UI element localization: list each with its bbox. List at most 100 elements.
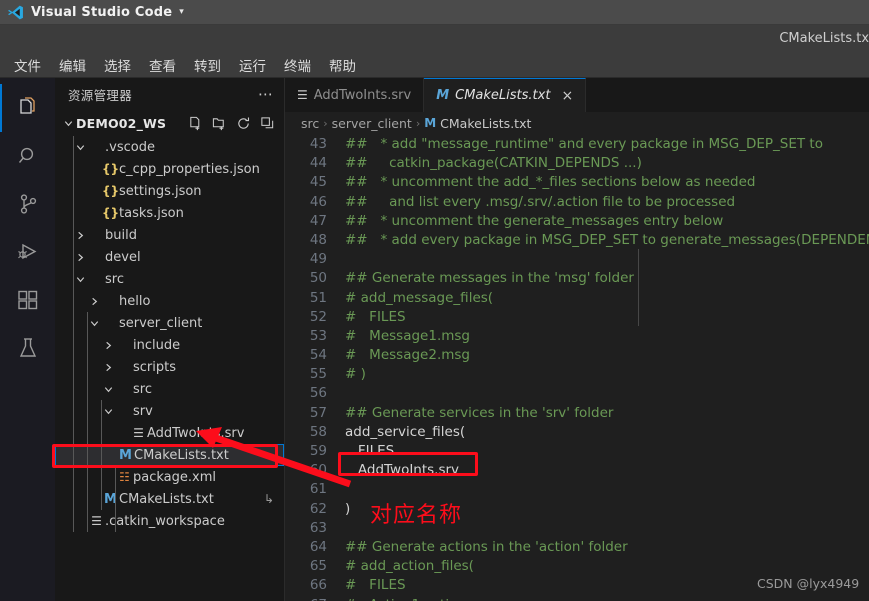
tree-item-include[interactable]: include [55,334,284,356]
breadcrumb-segment[interactable]: server_client [332,116,412,131]
activitybar-item-source-control[interactable] [0,180,55,228]
code-line-57[interactable]: 57 ## Generate services in the 'srv' fold… [285,403,869,422]
menu-item-0[interactable]: 文件 [6,53,49,77]
menu-item-7[interactable]: 帮助 [321,53,364,77]
menu-item-1[interactable]: 编辑 [51,53,94,77]
breadcrumb-separator: › [415,116,421,130]
code-line-59[interactable]: 59 FILES [285,441,869,460]
tree-item-build[interactable]: build [55,224,284,246]
tree-item-.catkin_workspace[interactable]: ☰ .catkin_workspace [55,510,284,532]
code-line-49[interactable]: 49 [285,250,869,269]
tree-item-package.xml[interactable]: ☷ package.xml [55,466,284,488]
tree-item-hello[interactable]: hello [55,290,284,312]
watermark: CSDN @lyx4949 [757,576,860,591]
line-number: 63 [309,519,327,536]
tree-item-server_client[interactable]: server_client [55,312,284,334]
tree-item-src[interactable]: src [55,378,284,400]
menu-item-3[interactable]: 查看 [141,53,184,77]
code-line-67[interactable]: 67# Action1.action [285,595,869,601]
tree-item-c_cpp_properties.json[interactable]: {} c_cpp_properties.json [55,158,284,180]
breadcrumb-segment[interactable]: CMakeLists.txt [440,116,531,131]
tree-item-tasks.json[interactable]: {} tasks.json [55,202,284,224]
code-line-60[interactable]: 60 AddTwoInts.srv [285,461,869,480]
tree-item-CMakeLists.txt[interactable]: M CMakeLists.txt ↳ [55,488,284,510]
code-line-47[interactable]: 47 ## * uncomment the generate_messages e… [285,211,869,230]
line-number: 49 [309,251,327,268]
chevron-right-icon [101,362,116,373]
line-number: 43 [309,136,327,153]
code-line-53[interactable]: 53 # Message1.msg [285,326,869,345]
tab-label: AddTwoInts.srv [313,87,412,103]
code-text: ## * uncomment the add_*_files sections … [345,174,756,191]
menu-item-2[interactable]: 选择 [96,53,139,77]
line-number: 55 [309,366,327,383]
new-file-icon[interactable] [188,116,203,131]
code-text: ## and list every .msg/.srv/.action file… [345,193,736,210]
activitybar-item-testing[interactable] [0,324,55,372]
code-line-52[interactable]: 52 # FILES [285,307,869,326]
editor-tab-CMakeLists.txt[interactable]: M CMakeLists.txt × [424,78,587,113]
json-braces-icon: {} [101,184,120,198]
line-number: 46 [309,193,327,210]
code-line-61[interactable]: 61 [285,480,869,499]
tree-item-.vscode[interactable]: .vscode [55,136,284,158]
line-number: 67 [285,597,329,601]
tree-item-AddTwoInts.srv[interactable]: ☰ AddTwoInts.srv [55,422,284,444]
activitybar-item-extensions[interactable] [0,276,55,324]
code-line-54[interactable]: 54 # Message2.msg [285,345,869,364]
code-line-48[interactable]: 48 ## * add every package in MSG_DEP_SET … [285,230,869,249]
line-number: 51 [309,289,327,306]
activitybar-item-run-and-debug[interactable] [0,228,55,276]
tree-item-srv[interactable]: srv [55,400,284,422]
tree-item-label: include [133,337,181,353]
tree-item-src[interactable]: src [55,268,284,290]
code-line-62[interactable]: 62) [285,499,869,518]
code-line-65[interactable]: 65 # add_action_files( [285,557,869,576]
refresh-icon[interactable] [236,116,251,131]
code-editor[interactable]: 43 ## * add "message_runtime" and every p… [285,134,869,601]
explorer-more-actions-icon[interactable]: ⋯ [258,87,274,102]
tree-item-CMakeLists.txt[interactable]: M CMakeLists.txt [55,444,284,466]
code-line-56[interactable]: 56 [285,384,869,403]
activitybar-item-search[interactable] [0,132,55,180]
chevron-right-icon [73,252,88,263]
cmake-m-icon: M [424,116,437,131]
tree-item-label: srv [133,403,153,419]
code-line-58[interactable]: 58 add_service_files( [285,422,869,441]
code-line-50[interactable]: 50 ## Generate messages in the 'msg' fold… [285,269,869,288]
code-line-51[interactable]: 51 # add_message_files( [285,288,869,307]
tree-item-settings.json[interactable]: {} settings.json [55,180,284,202]
code-line-43[interactable]: 43 ## * add "message_runtime" and every p… [285,134,869,153]
menu-item-4[interactable]: 转到 [186,53,229,77]
activitybar-item-explorer[interactable] [0,84,55,132]
code-line-55[interactable]: 55 # ) [285,365,869,384]
menubar: 文件 编辑 选择 查看 转到 运行 终端 帮助 [0,52,869,78]
tree-item-label: c_cpp_properties.json [119,161,260,177]
code-line-64[interactable]: 64 ## Generate actions in the 'action' fo… [285,537,869,556]
lines-file-icon: ☰ [297,87,308,102]
code-line-63[interactable]: 63 [285,518,869,537]
new-folder-icon[interactable] [212,116,227,131]
tree-item-scripts[interactable]: scripts [55,356,284,378]
code-line-44[interactable]: 44 ## catkin_package(CATKIN_DEPENDS ...) [285,154,869,173]
editor-tab-AddTwoInts.srv[interactable]: ☰ AddTwoInts.srv [285,78,425,113]
cmake-m-icon: M [436,88,450,104]
line-number: 61 [309,481,327,498]
tree-item-devel[interactable]: devel [55,246,284,268]
chevron-down-icon [73,142,88,153]
code-text: # FILES [345,577,406,594]
breadcrumb-segment[interactable]: src [301,116,319,131]
tab-close-icon[interactable]: × [561,88,573,104]
menu-item-5[interactable]: 运行 [231,53,274,77]
collapse-all-icon[interactable] [260,116,275,131]
code-line-46[interactable]: 46 ## and list every .msg/.srv/.action fi… [285,192,869,211]
tree-item-label: server_client [119,315,203,331]
code-line-45[interactable]: 45 ## * uncomment the add_*_files section… [285,173,869,192]
tree-item-label: AddTwoInts.srv [147,425,245,441]
chevron-right-icon [87,296,102,307]
code-text: # Action1.action [329,597,466,601]
chevron-down-icon[interactable]: ▾ [179,7,184,17]
tree-item-label: hello [119,293,151,309]
menu-item-6[interactable]: 终端 [276,53,319,77]
explorer-root-row[interactable]: DEMO02_WS [55,110,284,136]
